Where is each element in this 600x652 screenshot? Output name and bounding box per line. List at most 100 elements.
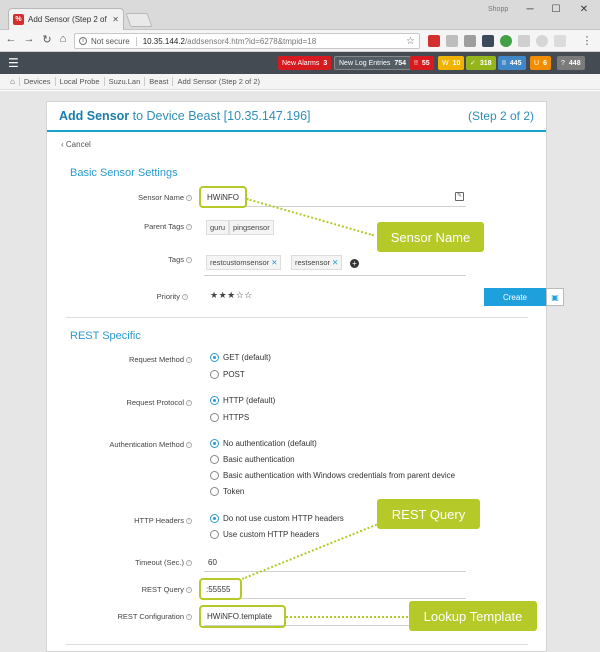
protocol-https-radio[interactable]: HTTPS [210,413,249,422]
help-icon[interactable]: ? [186,357,192,364]
auth-none-radio[interactable]: No authentication (default) [210,439,317,448]
reload-icon[interactable]: ↻ [40,33,54,46]
create-button[interactable]: Create [484,288,546,306]
extension-icon[interactable] [464,35,476,47]
add-tag-icon[interactable]: + [350,259,359,268]
breadcrumb-device[interactable]: Beast [145,77,174,86]
extension-icon[interactable] [536,35,548,47]
card-header: Add Sensor to Device Beast [10.35.147.19… [47,102,546,132]
help-icon[interactable]: ? [186,442,192,449]
pause-icon: II [502,59,506,67]
url-bar[interactable]: i Not secure 10.35.144.2/addsensor4.htm?… [74,33,420,49]
cancel-link[interactable]: ‹ Cancel [61,140,91,149]
status-warning-badge[interactable]: W 10 [438,56,465,70]
tag-chip[interactable]: restsensor ✕ [291,255,343,270]
request-method-post-radio[interactable]: POST [210,370,245,379]
parent-tag: pingsensor [229,220,274,235]
help-icon[interactable]: ? [186,257,192,264]
edit-icon[interactable]: ✎ [455,192,464,201]
new-alarms-count: 3 [323,59,328,67]
paused-count: 445 [509,59,522,67]
help-icon[interactable]: ? [186,400,192,407]
tag-chip[interactable]: restcustomsensor ✕ [206,255,282,270]
priority-stars[interactable]: ★★★☆☆ [210,290,253,301]
help-icon[interactable]: ? [186,614,192,621]
bookmark-star-icon[interactable]: ☆ [406,36,415,47]
sensor-name-highlight [199,186,247,208]
breadcrumb-group[interactable]: Suzu.Lan [105,77,146,86]
help-icon[interactable]: ? [186,587,192,594]
hamburger-menu-icon[interactable]: ☰ [8,56,19,70]
radio-selected-icon [210,396,219,405]
status-unknown-badge[interactable]: ? 448 [557,56,585,70]
status-unusual-badge[interactable]: U6 [530,56,551,70]
down-count: 55 [421,59,430,67]
extension-icon[interactable] [554,35,566,47]
back-icon[interactable]: ← [4,33,18,45]
status-up-badge[interactable]: ✓ 318 [466,56,496,70]
maximize-icon[interactable]: ☐ [546,4,566,15]
remove-tag-icon[interactable]: ✕ [271,258,277,267]
new-log-entries-badge[interactable]: New Log Entries 754 [334,56,412,70]
warning-count: 10 [452,59,461,67]
parent-tags-label: Parent Tags? [72,222,192,231]
headers-none-radio[interactable]: Do not use custom HTTP headers [210,514,344,523]
title-rest: to Device Beast [10.35.147.196] [129,109,311,123]
help-icon[interactable]: ? [186,195,192,202]
section-divider [66,317,528,318]
basic-settings-title: Basic Sensor Settings [70,167,178,179]
extension-icon[interactable] [446,35,458,47]
menu-dots-icon[interactable]: ⋮ [580,34,594,47]
help-icon[interactable]: ? [186,518,192,525]
new-alarms-badge[interactable]: New Alarms 3 [278,56,332,70]
status-paused-badge[interactable]: II 445 [498,56,526,70]
extension-icon[interactable] [518,35,530,47]
help-icon[interactable]: ? [182,294,188,301]
request-method-get-radio[interactable]: GET (default) [210,353,271,362]
step-indicator: (Step 2 of 2) [467,109,534,123]
url-path: /addsensor4.htm?id=6278&tmpid=18 [184,36,317,46]
home-icon[interactable]: ⌂ [56,33,70,45]
breadcrumb-local-probe[interactable]: Local Probe [56,77,105,86]
radio-selected-icon [210,353,219,362]
profile-name[interactable]: Shopp [488,6,508,13]
tag-chip-label: restcustomsensor [210,258,270,267]
breadcrumb-devices[interactable]: Devices [20,77,56,86]
auth-method-label-text: Authentication Method [109,440,184,449]
remove-tag-icon[interactable]: ✕ [332,258,338,267]
auth-token-radio[interactable]: Token [210,487,244,496]
http-headers-label-text: HTTP Headers [134,516,184,525]
shield-icon[interactable] [500,35,512,47]
help-icon[interactable]: ? [186,560,192,567]
radio-label: POST [223,370,245,379]
breadcrumb-current: Add Sensor (Step 2 of 2) [177,77,261,86]
forward-icon[interactable]: → [22,33,36,45]
warning-icon: W [442,59,449,67]
radio-empty-icon [210,471,219,480]
info-icon[interactable]: i [79,37,87,45]
new-tab-button[interactable] [125,13,153,27]
auth-method-label: Authentication Method? [72,440,192,449]
sensor-name-callout: Sensor Name [377,222,484,252]
help-icon[interactable]: ? [186,224,192,231]
save-icon[interactable]: ▣ [546,288,564,306]
browser-tab[interactable]: % Add Sensor (Step 2 of 2) ✕ [8,8,124,30]
protocol-http-radio[interactable]: HTTP (default) [210,396,275,405]
sensor-name-label-text: Sensor Name [138,193,184,202]
home-icon[interactable]: ⌂ [6,77,20,86]
status-down-badge[interactable]: !! 55 [410,56,434,70]
window-close-icon[interactable]: ✕ [574,4,594,15]
extension-icon[interactable] [428,35,440,47]
auth-windows-radio[interactable]: Basic authentication with Windows creden… [210,471,455,480]
radio-label: Token [223,487,245,496]
tab-close-icon[interactable]: ✕ [112,15,119,24]
minimize-icon[interactable]: ─ [520,4,540,15]
extension-icon[interactable] [482,35,494,47]
headers-custom-radio[interactable]: Use custom HTTP headers [210,530,319,539]
lookup-template-connector [286,616,408,618]
timeout-input[interactable]: 60 [208,558,217,567]
lookup-template-callout: Lookup Template [409,601,537,631]
unknown-icon: ? [561,59,565,67]
rest-query-label: REST Query? [72,585,192,594]
auth-basic-radio[interactable]: Basic authentication [210,455,295,464]
